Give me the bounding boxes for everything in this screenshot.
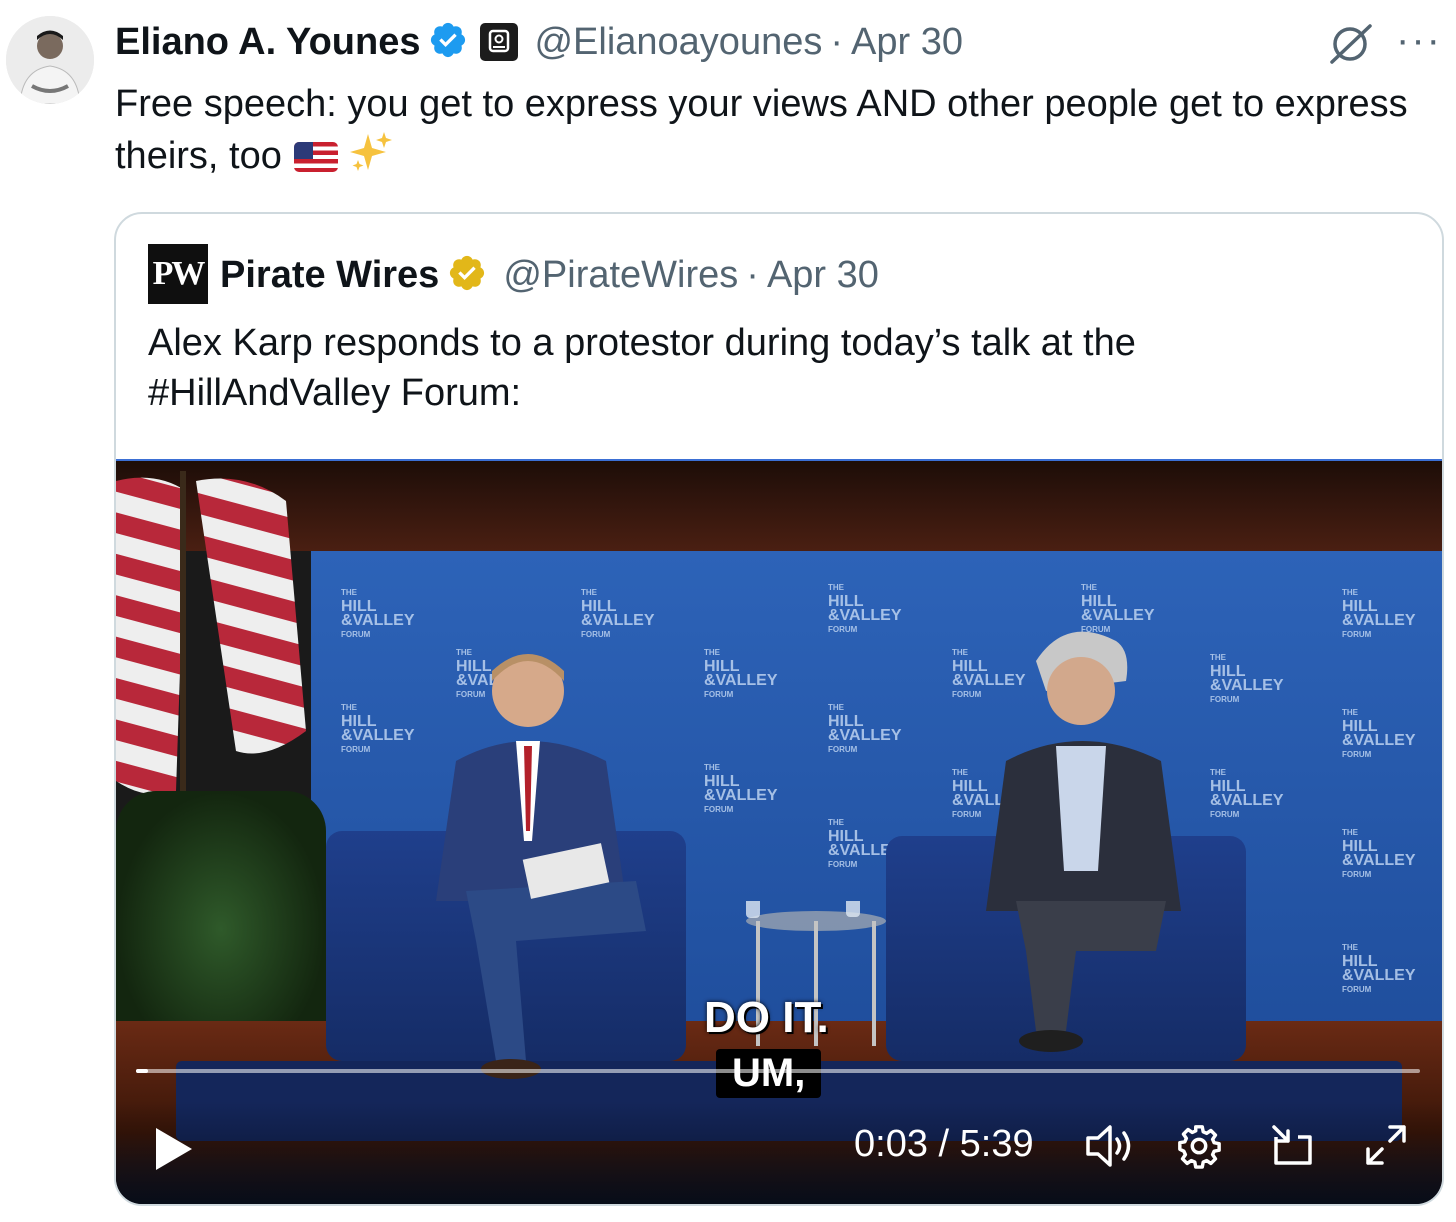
backdrop-logo: THE HILL &VALLEY FORUM bbox=[1342, 943, 1416, 994]
avatar-image bbox=[6, 16, 94, 104]
settings-icon[interactable] bbox=[1176, 1123, 1222, 1174]
quoted-author-name[interactable]: Pirate Wires bbox=[220, 254, 439, 297]
quoted-separator: · bbox=[746, 253, 759, 296]
video-time: 0:03 / 5:39 bbox=[854, 1123, 1034, 1165]
gold-verified-badge-icon bbox=[447, 253, 487, 298]
american-flags bbox=[116, 471, 316, 801]
sparkles-emoji-icon bbox=[348, 130, 394, 188]
moderator-figure bbox=[396, 641, 656, 1106]
backdrop-logo: THE HILL &VALLEY FORUM bbox=[828, 583, 902, 634]
speaker-figure bbox=[956, 621, 1216, 1066]
backdrop-logo: THE HILL &VALLEY FORUM bbox=[704, 648, 778, 699]
grok-icon[interactable] bbox=[1326, 22, 1376, 71]
quoted-header: Pirate Wires @PirateWires · Apr 30 bbox=[220, 250, 879, 300]
fullscreen-icon[interactable] bbox=[1364, 1123, 1408, 1172]
video-progress-fill bbox=[136, 1069, 148, 1073]
volume-icon[interactable] bbox=[1084, 1123, 1136, 1174]
video-progress-bar[interactable] bbox=[136, 1069, 1420, 1073]
flag-emoji-icon bbox=[293, 142, 338, 172]
backdrop-logo: THE HILL &VALLEY FORUM bbox=[1342, 588, 1416, 639]
backdrop-logo: THE HILL &VALLEY FORUM bbox=[581, 588, 655, 639]
backdrop-logo: THE HILL &VALLEY FORUM bbox=[828, 703, 902, 754]
more-icon[interactable]: ··· bbox=[1396, 20, 1442, 60]
quoted-date[interactable]: Apr 30 bbox=[767, 254, 879, 297]
author-name[interactable]: Eliano A. Younes bbox=[115, 21, 420, 64]
quoted-avatar-logo[interactable]: PW bbox=[148, 244, 208, 304]
backdrop-logo: THE HILL &VALLEY FORUM bbox=[1210, 653, 1284, 704]
author-avatar[interactable] bbox=[6, 16, 94, 104]
potted-plant bbox=[116, 791, 326, 1021]
backdrop-logo: THE HILL &VALLEY FORUM bbox=[341, 588, 415, 639]
tweet-date[interactable]: Apr 30 bbox=[851, 21, 963, 64]
backdrop-logo: THE HILL &VALLEY FORUM bbox=[1210, 768, 1284, 819]
tweet-text: Free speech: you get to express your vie… bbox=[115, 78, 1445, 188]
video-controls bbox=[116, 1101, 1442, 1204]
account-label-icon[interactable] bbox=[480, 23, 519, 61]
verified-badge-icon bbox=[428, 20, 468, 65]
backdrop-logo: THE HILL &VALLEY FORUM bbox=[704, 763, 778, 814]
play-icon[interactable] bbox=[154, 1126, 194, 1177]
backdrop-logo: THE HILL &VALLEY FORUM bbox=[1342, 828, 1416, 879]
quoted-text: Alex Karp responds to a protestor during… bbox=[148, 322, 1136, 414]
quoted-tweet[interactable]: PW Pirate Wires @PirateWires · Apr 30 Al… bbox=[114, 212, 1444, 1206]
pip-icon[interactable] bbox=[1270, 1123, 1316, 1174]
separator: · bbox=[830, 20, 844, 63]
author-handle[interactable]: @Elianoayounes bbox=[534, 21, 822, 64]
backdrop-logo: THE HILL &VALLEY FORUM bbox=[1342, 708, 1416, 759]
video-player[interactable]: THE HILL &VALLEY FORUM THE HILL &VALLEY FORUM … bbox=[116, 459, 1442, 1204]
quoted-handle[interactable]: @PirateWires bbox=[503, 254, 738, 297]
caption-line-1: DO IT. bbox=[704, 993, 829, 1042]
caption-line-2: UM, bbox=[716, 1049, 822, 1098]
tweet-header: Eliano A. Younes @Elianoayounes · Apr 30 bbox=[115, 18, 963, 66]
